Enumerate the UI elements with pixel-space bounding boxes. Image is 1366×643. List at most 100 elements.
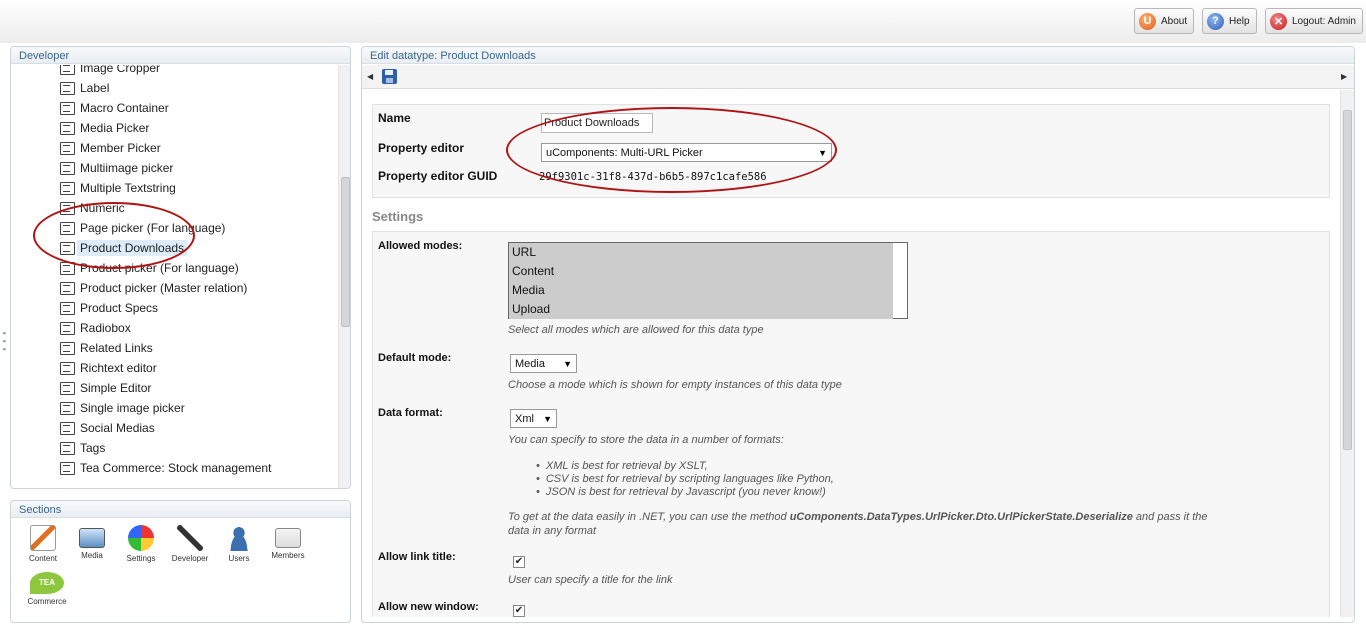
help-button[interactable]: ? Help	[1202, 8, 1257, 34]
tree-item[interactable]: Multiimage picker	[59, 159, 173, 177]
section-label: Content	[28, 554, 58, 563]
guid-label: Property editor GUID	[378, 169, 498, 183]
tree-item[interactable]: Tags	[59, 439, 105, 457]
tree-item[interactable]: Single image picker	[59, 399, 185, 417]
section-settings[interactable]: Settings	[119, 525, 163, 563]
member-card-icon	[275, 528, 301, 548]
tree-item[interactable]: Social Medias	[59, 419, 155, 437]
editor-title: Edit datatype: Product Downloads	[362, 47, 1354, 64]
about-button[interactable]: U About	[1134, 8, 1195, 34]
data-format-label: Data format:	[378, 407, 443, 419]
save-icon[interactable]	[382, 69, 397, 84]
name-input[interactable]	[541, 113, 653, 133]
logout-icon: ✕	[1270, 12, 1287, 30]
collapse-handle[interactable]: ◂ ◂ ◂	[2, 330, 8, 356]
section-commerce[interactable]: TEA Commerce	[21, 572, 73, 606]
tree-item[interactable]: Radiobox	[59, 319, 131, 337]
editor-scrollbar-thumb[interactable]	[1343, 110, 1352, 450]
tree-item[interactable]: Image Cropper	[59, 65, 160, 77]
tree-item-label: Member Picker	[80, 141, 161, 155]
dropdown-arrow-icon: ▼	[818, 147, 827, 158]
allow-link-title-checkbox[interactable]: ✔	[513, 556, 525, 568]
net-hint-prefix: To get at the data easily in .NET, you c…	[508, 511, 790, 523]
allow-new-window-label: Allow new window:	[378, 601, 479, 613]
sections-panel-title: Sections	[11, 501, 350, 518]
data-format-value: Xml	[515, 412, 534, 425]
logout-button[interactable]: ✕ Logout: Admin	[1265, 8, 1363, 34]
allowed-modes-listbox[interactable]: URL Content Media Upload	[508, 242, 908, 319]
section-users[interactable]: Users	[217, 525, 261, 563]
tree-item[interactable]: Simple Editor	[59, 379, 151, 397]
section-content[interactable]: Content	[21, 525, 65, 563]
tree-item[interactable]: Tea Commerce: Stock management	[59, 459, 271, 477]
editor-scrollbar[interactable]	[1340, 90, 1354, 617]
tree-item-label: Numeric	[80, 201, 125, 215]
property-box: Name Property editor uComponents: Multi-…	[372, 104, 1330, 198]
sections-panel: Sections Content Media Settings Developer Us…	[10, 500, 351, 623]
data-format-select[interactable]: Xml ▼	[510, 409, 557, 428]
tree-item[interactable]: Product Specs	[59, 299, 158, 317]
help-icon: ?	[1207, 12, 1224, 30]
tree-item[interactable]: Media Picker	[59, 119, 149, 137]
allow-new-window-checkbox[interactable]: ✔	[513, 605, 525, 617]
allowed-mode-option[interactable]: Media	[509, 281, 893, 300]
datatype-icon	[59, 221, 75, 235]
tree-item-label: Related Links	[80, 341, 153, 355]
tree-item[interactable]: Macro Container	[59, 99, 169, 117]
tree-item[interactable]: Product picker (Master relation)	[59, 279, 247, 297]
tree-item[interactable]: Multiple Textstring	[59, 179, 176, 197]
tree-item[interactable]: Related Links	[59, 339, 153, 357]
tree-item-label: Product Specs	[80, 301, 159, 315]
tree-item-label: Tea Commerce: Stock management	[80, 461, 272, 475]
net-hint-method: uComponents.DataTypes.UrlPicker.Dto.UrlP…	[789, 511, 1133, 523]
datatype-icon	[59, 281, 75, 295]
toolbar-scroll-right-icon[interactable]: ▶	[1341, 72, 1347, 81]
tree-item[interactable]: Label	[59, 79, 109, 97]
tree-scrollbar[interactable]	[338, 65, 350, 488]
tree-item[interactable]: Product Downloads	[59, 239, 188, 257]
tree-item[interactable]: Page picker (For language)	[59, 219, 225, 237]
allowed-mode-option[interactable]: Upload	[509, 300, 893, 319]
tree-item-label: Social Medias	[80, 421, 155, 435]
section-label: Commerce	[27, 597, 67, 606]
datatype-icon	[59, 381, 75, 395]
tree-item-label: Richtext editor	[80, 361, 157, 375]
tree-item-label: Simple Editor	[80, 381, 152, 395]
datatype-icon	[59, 101, 75, 115]
section-developer[interactable]: Developer	[168, 525, 212, 563]
data-format-bullet: XML is best for retrieval by XSLT,	[536, 460, 834, 473]
datatype-icon	[59, 81, 75, 95]
allowed-mode-option[interactable]: Content	[509, 262, 893, 281]
data-format-hint: You can specify to store the data in a n…	[508, 434, 784, 446]
tree-item[interactable]: Numeric	[59, 199, 125, 217]
datatype-icon	[59, 141, 75, 155]
data-format-bullets: XML is best for retrieval by XSLT,CSV is…	[536, 460, 834, 499]
property-editor-label: Property editor	[378, 141, 465, 155]
datatype-icon	[59, 241, 75, 255]
section-label: Developer	[171, 554, 209, 563]
tree-item[interactable]: Product picker (For language)	[59, 259, 239, 277]
tree-item-label: Multiple Textstring	[80, 181, 176, 195]
tree-scrollbar-thumb[interactable]	[341, 177, 350, 327]
default-mode-value: Media	[515, 357, 545, 370]
section-members[interactable]: Members	[266, 525, 310, 560]
tree-item-label: Multiimage picker	[80, 161, 174, 175]
data-format-bullet: CSV is best for retrieval by scripting l…	[536, 473, 834, 486]
dropdown-arrow-icon: ▼	[563, 358, 572, 369]
allow-link-title-label: Allow link title:	[378, 551, 456, 563]
section-media[interactable]: Media	[70, 525, 114, 560]
tree-item[interactable]: Richtext editor	[59, 359, 157, 377]
tree-item[interactable]: Member Picker	[59, 139, 161, 157]
tree-item-label: Single image picker	[80, 401, 185, 415]
help-label: Help	[1229, 15, 1250, 27]
developer-tree-panel: Developer Image Cropper Label Macro Contai…	[10, 46, 351, 489]
allowed-mode-option[interactable]: URL	[509, 243, 893, 262]
editor-panel: Edit datatype: Product Downloads ◀ ▶ Nam…	[361, 46, 1355, 623]
guid-value: 29f9301c-31f8-437d-b6b5-897c1cafe586	[539, 171, 767, 183]
datatype-icon	[59, 181, 75, 195]
datatype-icon	[59, 461, 75, 475]
section-label: Members	[271, 551, 305, 560]
default-mode-select[interactable]: Media ▼	[510, 354, 577, 373]
property-editor-select[interactable]: uComponents: Multi-URL Picker ▼	[541, 143, 832, 162]
toolbar-scroll-left-icon[interactable]: ◀	[367, 72, 373, 81]
